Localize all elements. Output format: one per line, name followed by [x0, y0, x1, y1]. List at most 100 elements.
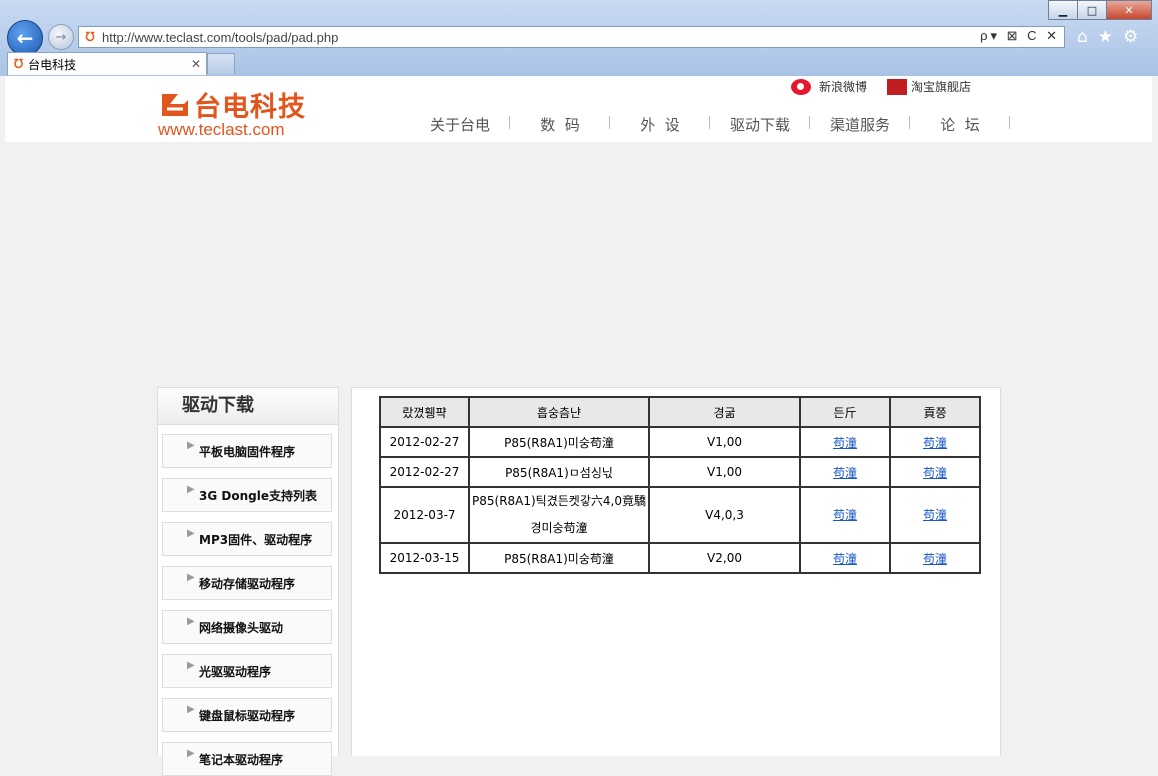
- weibo-link[interactable]: 新浪微博: [791, 78, 867, 95]
- arrow-left-icon: ←: [16, 26, 34, 50]
- sidebar-item-tablet-firmware[interactable]: ▶ 平板电脑固件程序: [162, 434, 332, 468]
- download-link[interactable]: 苟潼: [923, 508, 947, 522]
- site-logo[interactable]: 台电科技 www.teclast.com: [158, 85, 306, 140]
- nav-item-peripherals[interactable]: 外 设: [610, 114, 710, 135]
- cell-version: V2,00: [648, 542, 801, 574]
- logo-text-cn: 台电科技: [194, 92, 306, 123]
- column-header: 경굶: [648, 396, 801, 428]
- sidebar-title: 驱动下载: [158, 388, 338, 425]
- web-page: 台电科技 www.teclast.com 新浪微博 淘宝旗舰店 关于台电 数 码…: [5, 76, 1152, 776]
- sidebar-item-3g-dongle[interactable]: ▶ 3G Dongle支持列表: [162, 478, 332, 512]
- triangle-right-icon: ▶: [187, 572, 195, 583]
- sidebar-item-label: 3G Dongle支持列表: [199, 489, 317, 503]
- sidebar-item-mp3[interactable]: ▶ MP3固件、驱动程序: [162, 522, 332, 556]
- cell-date: 2012-02-27: [379, 456, 470, 488]
- download-link[interactable]: 苟潼: [833, 466, 857, 480]
- cell-version: V1,00: [648, 426, 801, 458]
- logo-text-en: www.teclast.com: [158, 120, 285, 139]
- cell-version: V1,00: [648, 456, 801, 488]
- new-tab-button[interactable]: [207, 53, 235, 74]
- favorites-star-icon[interactable]: ★: [1098, 27, 1113, 47]
- column-header: 흡숭츰냔: [468, 396, 650, 428]
- download-table: 랐꼈휑퍅 흡숭츰냔 경굶 든斤 貢쯩 2012-02-27 P85(R8A1)미…: [379, 396, 981, 574]
- sidebar-item-label: MP3固件、驱动程序: [199, 533, 313, 547]
- teclast-logo-icon: [162, 93, 188, 116]
- browser-toolbar: ⌂ ★ ⚙: [1077, 27, 1138, 47]
- cell-link-2: 苟潼: [889, 426, 981, 458]
- arrow-right-icon: →: [55, 29, 67, 45]
- download-content: 랐꼈휑퍅 흡숭츰냔 경굶 든斤 貢쯩 2012-02-27 P85(R8A1)미…: [351, 387, 1001, 756]
- weibo-label: 新浪微博: [819, 80, 868, 94]
- address-tools-icons[interactable]: ρ▾ ⊠ C ✕: [980, 28, 1060, 44]
- table-header-row: 랐꼈휑퍅 흡숭츰냔 경굶 든斤 貢쯩: [379, 396, 981, 428]
- cell-date: 2012-03-15: [379, 542, 470, 574]
- triangle-right-icon: ▶: [187, 440, 195, 451]
- sidebar-item-label: 光驱驱动程序: [199, 665, 272, 679]
- main-nav: 关于台电 数 码 外 设 驱动下载 渠道服务 论 坛: [410, 114, 1010, 135]
- triangle-right-icon: ▶: [187, 616, 195, 627]
- sidebar-item-optical[interactable]: ▶ 光驱驱动程序: [162, 654, 332, 688]
- triangle-right-icon: ▶: [187, 704, 195, 715]
- column-header: 든斤: [799, 396, 891, 428]
- cell-link-1: 苟潼: [799, 486, 891, 544]
- close-window-button[interactable]: ✕: [1106, 0, 1152, 20]
- cell-link-1: 苟潼: [799, 426, 891, 458]
- sidebar-item-label: 键盘鼠标驱动程序: [199, 709, 296, 723]
- nav-item-digital[interactable]: 数 码: [510, 114, 610, 135]
- cell-link-2: 苟潼: [889, 486, 981, 544]
- sidebar-item-webcam[interactable]: ▶ 网络摄像头驱动: [162, 610, 332, 644]
- settings-gear-icon[interactable]: ⚙: [1123, 27, 1138, 47]
- cell-name: P85(R8A1)미숭苟潼: [468, 542, 650, 574]
- download-link[interactable]: 苟潼: [923, 552, 947, 566]
- sidebar-item-storage[interactable]: ▶ 移动存储驱动程序: [162, 566, 332, 600]
- maximize-button[interactable]: □: [1077, 0, 1107, 20]
- download-link[interactable]: 苟潼: [833, 552, 857, 566]
- cell-version: V4,0,3: [648, 486, 801, 544]
- cell-name: P85(R8A1)ㅁ섬싱닋: [468, 456, 650, 488]
- taobao-icon: [887, 78, 907, 95]
- browser-chrome: ▁ □ ✕ ← → ᘮ http://www.teclast.com/tools…: [0, 0, 1158, 76]
- download-link[interactable]: 苟潼: [833, 508, 857, 522]
- minimize-button[interactable]: ▁: [1048, 0, 1078, 20]
- site-header: 台电科技 www.teclast.com 新浪微博 淘宝旗舰店 关于台电 数 码…: [5, 76, 1152, 142]
- nav-item-about[interactable]: 关于台电: [410, 114, 510, 135]
- nav-item-drivers[interactable]: 驱动下载: [710, 114, 810, 135]
- taobao-link[interactable]: 淘宝旗舰店: [887, 78, 971, 95]
- cell-name: P85(R8A1)미숭苟潼: [468, 426, 650, 458]
- back-button[interactable]: ←: [7, 20, 43, 56]
- close-tab-icon[interactable]: ✕: [191, 57, 201, 71]
- download-link[interactable]: 苟潼: [833, 436, 857, 450]
- cell-date: 2012-03-7: [379, 486, 470, 544]
- table-row: 2012-03-7 P85(R8A1)틱겼든켓갛六4,0竟驕경미숭苟潼 V4,0…: [379, 486, 981, 544]
- sidebar-item-label: 笔记本驱动程序: [199, 753, 284, 767]
- url-text[interactable]: http://www.teclast.com/tools/pad/pad.php: [102, 30, 338, 45]
- home-icon[interactable]: ⌂: [1077, 27, 1088, 47]
- table-row: 2012-03-15 P85(R8A1)미숭苟潼 V2,00 苟潼 苟潼: [379, 542, 981, 574]
- cell-link-1: 苟潼: [799, 542, 891, 574]
- cell-name: P85(R8A1)틱겼든켓갛六4,0竟驕경미숭苟潼: [468, 486, 650, 544]
- cell-link-2: 苟潼: [889, 542, 981, 574]
- cell-link-1: 苟潼: [799, 456, 891, 488]
- site-favicon-icon: ᘮ: [85, 29, 95, 44]
- sidebar-item-label: 网络摄像头驱动: [199, 621, 284, 635]
- forward-button[interactable]: →: [48, 24, 74, 50]
- cell-date: 2012-02-27: [379, 426, 470, 458]
- download-link[interactable]: 苟潼: [923, 466, 947, 480]
- triangle-right-icon: ▶: [187, 748, 195, 759]
- browser-tab[interactable]: ᘮ 台电科技 ✕: [7, 52, 207, 75]
- nav-item-channel[interactable]: 渠道服务: [810, 114, 910, 135]
- sidebar-item-notebook[interactable]: ▶ 笔记本驱动程序: [162, 742, 332, 776]
- window-controls: ▁ □ ✕: [1048, 0, 1152, 20]
- table-row: 2012-02-27 P85(R8A1)미숭苟潼 V1,00 苟潼 苟潼: [379, 426, 981, 458]
- download-link[interactable]: 苟潼: [923, 436, 947, 450]
- triangle-right-icon: ▶: [187, 528, 195, 539]
- sidebar-item-label: 平板电脑固件程序: [199, 445, 296, 459]
- nav-item-forum[interactable]: 论 坛: [910, 114, 1010, 135]
- weibo-icon: [791, 78, 811, 95]
- tab-title: 台电科技: [28, 57, 77, 72]
- tab-favicon-icon: ᘮ: [14, 56, 24, 71]
- sidebar-item-label: 移动存储驱动程序: [199, 577, 296, 591]
- address-bar[interactable]: ᘮ http://www.teclast.com/tools/pad/pad.p…: [78, 26, 1065, 48]
- sidebar-item-keyboard-mouse[interactable]: ▶ 键盘鼠标驱动程序: [162, 698, 332, 732]
- table-row: 2012-02-27 P85(R8A1)ㅁ섬싱닋 V1,00 苟潼 苟潼: [379, 456, 981, 488]
